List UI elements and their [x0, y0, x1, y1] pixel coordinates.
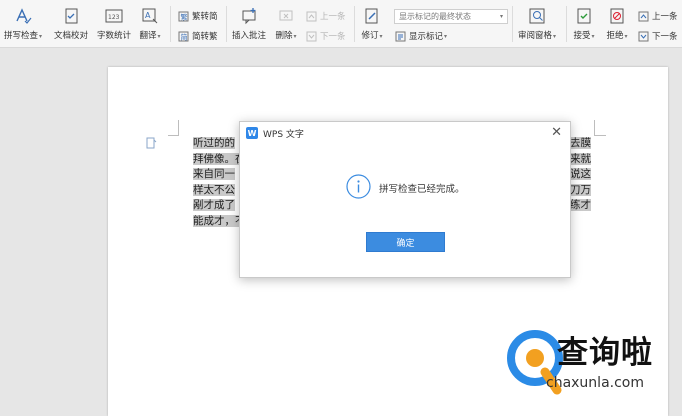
reject-button[interactable]: 拒绝▾: [603, 0, 631, 41]
margin-mark: [178, 120, 179, 136]
trad-to-simp-button[interactable]: 繁 繁转简: [177, 10, 218, 22]
svg-text:繁: 繁: [180, 12, 187, 21]
document-line: 听过的的: [193, 137, 235, 149]
chevron-down-icon: ▾: [157, 33, 161, 40]
chevron-down-icon: ▾: [553, 33, 557, 40]
svg-text:123: 123: [108, 14, 120, 21]
document-text-left[interactable]: 听过的的 拜佛像。在 来自同一 样太不公 剐才成了 能成才，不: [193, 136, 240, 229]
svg-text:简: 简: [180, 32, 187, 41]
word-count-button[interactable]: 123 字数统计: [94, 0, 134, 41]
show-markup-label: 显示标记: [409, 32, 444, 42]
delete-comment-label: 删除: [275, 31, 293, 41]
reject-label: 拒绝: [606, 31, 624, 41]
reject-icon: [607, 6, 627, 26]
chevron-down-icon: ▾: [591, 33, 595, 40]
document-line: 能成才，不: [193, 214, 240, 227]
divider: [354, 6, 355, 42]
chevron-down-icon: ▾: [293, 33, 297, 40]
insert-comment-icon: [239, 6, 259, 26]
document-line: 来自同一: [193, 168, 235, 180]
review-pane-icon: [527, 6, 547, 26]
next-comment-icon: [305, 30, 317, 42]
prev-change-label: 上一条: [652, 12, 678, 22]
review-pane-label: 审阅窗格: [517, 31, 552, 41]
margin-mark: [594, 120, 595, 136]
divider: [226, 6, 227, 42]
document-check-icon: [61, 6, 81, 26]
trad-to-simp-label: 繁转简: [192, 12, 218, 22]
word-count-icon: 123: [104, 6, 124, 26]
chevron-down-icon: ▾: [379, 33, 383, 40]
doc-proof-button[interactable]: 文档校对: [51, 0, 91, 41]
show-markup-button[interactable]: 显示标记 ▾: [394, 30, 447, 42]
document-line: 剐才成了: [193, 199, 235, 211]
spellcheck-dialog: W WPS 文字 ✕ 拼写检查已经完成。 确定: [239, 121, 571, 278]
divider: [566, 6, 567, 42]
document-line: 来就: [570, 152, 591, 165]
revise-icon: [362, 6, 382, 26]
svg-text:A: A: [145, 11, 151, 20]
next-comment-label: 下一条: [320, 32, 346, 42]
simp-to-trad-icon: 简: [177, 30, 189, 42]
markup-display-value: 显示标记的最终状态: [399, 12, 471, 21]
spellcheck-button[interactable]: 拼写检查▾: [3, 0, 43, 41]
translate-label: 翻译: [139, 31, 157, 41]
prev-change-button[interactable]: 上一条: [637, 10, 678, 22]
spellcheck-icon: [13, 6, 33, 26]
chevron-down-icon: ▾: [39, 33, 43, 40]
close-icon[interactable]: ✕: [551, 125, 562, 140]
delete-comment-icon: [276, 6, 296, 26]
next-change-label: 下一条: [652, 32, 678, 42]
chevron-down-icon: ▾: [499, 13, 503, 20]
margin-mark: [168, 135, 178, 136]
divider: [170, 6, 171, 42]
accept-icon: [574, 6, 594, 26]
simp-to-trad-label: 简转繁: [192, 32, 218, 42]
delete-comment-button[interactable]: 删除▾: [274, 0, 298, 41]
dialog-message: 拼写检查已经完成。: [379, 184, 465, 195]
prev-comment-button[interactable]: 上一条: [305, 10, 346, 22]
prev-change-icon: [637, 10, 649, 22]
paragraph-icon[interactable]: [145, 137, 157, 152]
watermark-url: chaxunla.com: [546, 375, 644, 391]
trad-to-simp-icon: 繁: [177, 10, 189, 22]
info-icon: [346, 174, 371, 202]
review-ribbon: 拼写检查▾ 文档校对 123 字数统计 A 翻译▾ 繁 繁转简 简 简转繁 插入…: [0, 0, 682, 48]
prev-comment-icon: [305, 10, 317, 22]
review-pane-button[interactable]: 审阅窗格▾: [515, 0, 559, 41]
revise-button[interactable]: 修订▾: [358, 0, 386, 41]
show-markup-icon: [394, 30, 406, 42]
translate-button[interactable]: A 翻译▾: [136, 0, 164, 41]
dialog-titlebar[interactable]: W WPS 文字 ✕: [240, 122, 570, 144]
word-count-label: 字数统计: [96, 31, 131, 41]
document-line: 刀万: [570, 183, 591, 196]
accept-button[interactable]: 接受▾: [570, 0, 598, 41]
next-change-icon: [637, 30, 649, 42]
dialog-title: WPS 文字: [263, 129, 304, 140]
translate-icon: A: [140, 6, 160, 26]
doc-proof-label: 文档校对: [53, 31, 88, 41]
next-change-button[interactable]: 下一条: [637, 30, 678, 42]
wps-logo-icon: W: [246, 127, 258, 139]
markup-display-select[interactable]: 显示标记的最终状态 ▾: [394, 9, 508, 24]
document-line: 去膜: [570, 137, 591, 149]
document-line: 说这: [570, 168, 591, 180]
insert-comment-label: 插入批注: [231, 31, 266, 41]
simp-to-trad-button[interactable]: 简 简转繁: [177, 30, 218, 42]
revise-label: 修订: [361, 31, 379, 41]
divider: [512, 6, 513, 42]
ok-button[interactable]: 确定: [366, 232, 445, 252]
chevron-down-icon: ▾: [624, 33, 628, 40]
accept-label: 接受: [573, 31, 591, 41]
next-comment-button[interactable]: 下一条: [305, 30, 346, 42]
spellcheck-label: 拼写检查: [3, 31, 38, 41]
document-line: 练才: [570, 199, 591, 211]
document-line: 拜佛像。在: [193, 152, 240, 165]
document-text-right[interactable]: 去膜 来就 说这 刀万 练才: [570, 136, 612, 214]
prev-comment-label: 上一条: [320, 12, 346, 22]
insert-comment-button[interactable]: 插入批注: [230, 0, 268, 41]
document-line: 样太不公: [193, 183, 235, 196]
chevron-down-icon: ▾: [444, 32, 448, 40]
watermark-brand: 查询啦: [557, 335, 653, 371]
